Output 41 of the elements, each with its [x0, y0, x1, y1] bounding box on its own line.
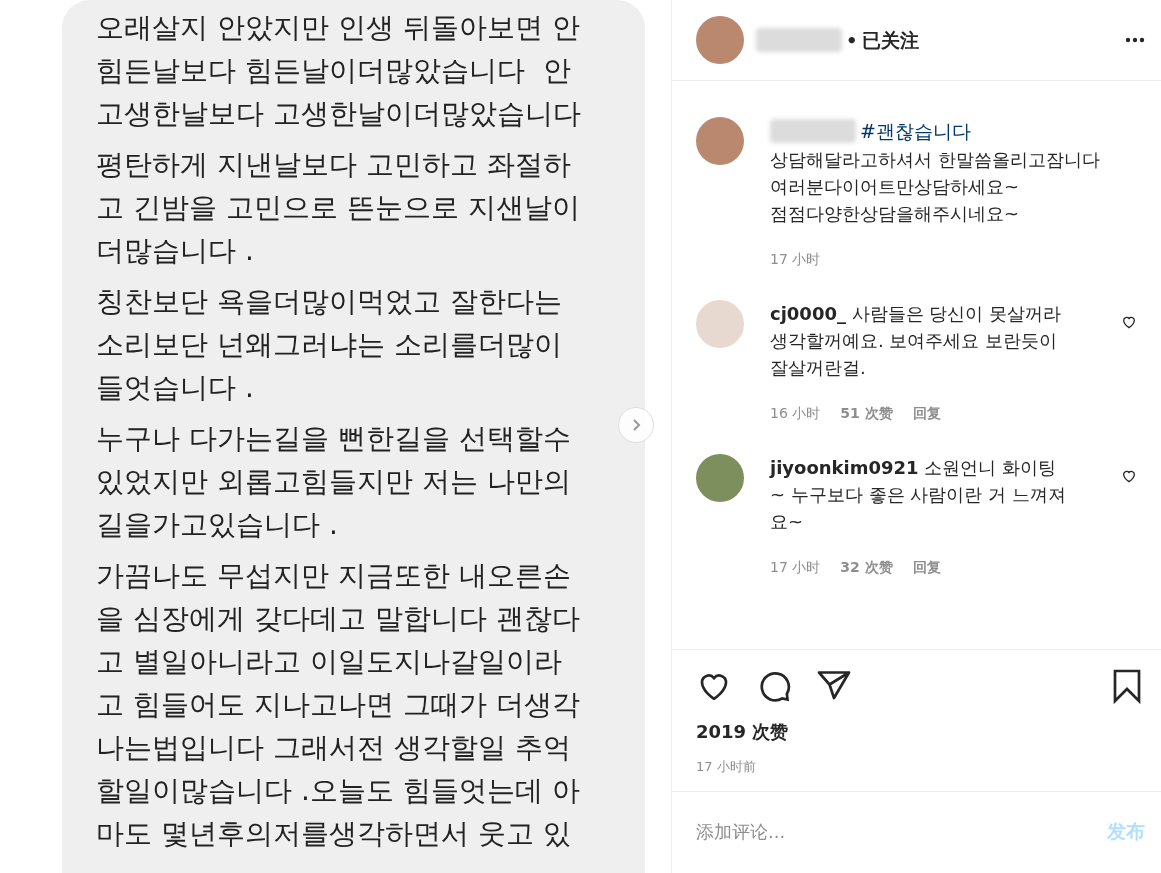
message-text: 고 긴밤을 고민으로 뜬눈으로 지샌날이 — [96, 190, 580, 226]
message-text: 있었지만 외롭고힘들지만 저는 나만의 — [96, 464, 571, 500]
message-text: 더많습니다 . — [96, 233, 254, 269]
message-text: 고생한날보다 고생한날이더많았습니다 — [96, 96, 581, 132]
comment-field[interactable]: 添加评论... — [696, 817, 1107, 845]
avatar-placeholder[interactable] — [696, 117, 744, 165]
comment-text: jiyoonkim0921 소원언니 화이팅~ 누구보다 좋은 사람이란 거 느껴져요~ — [770, 455, 1067, 534]
message-text: 들엇습니다 . — [96, 370, 254, 406]
message-text: 마도 몇년후의저를생각하면서 웃고 있 — [96, 816, 571, 852]
like-count[interactable]: 2019 次赞 — [696, 718, 1145, 745]
avatar-placeholder[interactable] — [696, 16, 744, 64]
message-text: 길을가고있습니다 . — [96, 507, 338, 543]
comment-time: 16 小时 — [770, 403, 821, 423]
comment-text: cj0000_ 사람들은 당신이 못살꺼라생각할꺼예요. 보여주세요 보란듯이 잘살꺼란걸. — [770, 301, 1063, 380]
more-icon[interactable] — [1125, 37, 1145, 43]
separator-dot: • — [846, 28, 858, 53]
message-text: 소리보단 넌왜그러냐는 소리를더많이 — [96, 327, 562, 363]
avatar-placeholder[interactable] — [696, 453, 744, 502]
message-text: 고 힘들어도 지나고나면 그때가 더생각 — [96, 687, 580, 723]
follow-status[interactable]: 已关注 — [861, 25, 919, 55]
caption-time: 17 小时 — [770, 249, 822, 269]
message-text: 누구나 다가는길을 뻔한길을 선택할수 — [96, 421, 571, 457]
message-text: 할일이많습니다 .오늘도 힘들엇는데 아 — [96, 773, 580, 809]
caption-text: 여러분다이어트만상담하세요~ — [770, 174, 1021, 199]
message-text: 오래살지 안았지만 인생 뒤돌아보면 안 — [96, 10, 580, 46]
comment-likes[interactable]: 32 次赞 — [840, 556, 893, 578]
message-text: 을 심장에게 갖다데고 말합니다 괜찮다 — [96, 601, 580, 637]
message-text: 고 별일아니라고 이일도지나갈일이라 — [96, 644, 562, 680]
message-text: 평탄하게 지낸날보다 고민하고 좌절하 — [96, 147, 571, 183]
reply-button[interactable]: 回复 — [912, 402, 941, 424]
caption-text: 점점다양한상담을해주시네요~ — [770, 201, 1021, 226]
reply-button[interactable]: 回复 — [912, 556, 941, 578]
message-text: 가끔나도 무섭지만 지금또한 내오른손 — [96, 558, 571, 594]
post-time: 17 小时前 — [696, 758, 757, 776]
message-text: 나는법입니다 그래서전 생각할일 추억 — [96, 730, 571, 766]
comment-time: 17 小时 — [770, 557, 821, 577]
comment-likes[interactable]: 51 次赞 — [840, 402, 893, 424]
message-text: 칭찬보단 욕을더많이먹었고 잘한다는 — [96, 284, 562, 320]
caption-text: 상담해달라고하셔서 한말씀올리고잠니다 — [770, 147, 1101, 172]
hashtag-link[interactable]: #괜찮습니다 — [860, 117, 971, 146]
message-text: 힘든날보다 힘든날이더많았습니다 안 — [96, 53, 571, 89]
